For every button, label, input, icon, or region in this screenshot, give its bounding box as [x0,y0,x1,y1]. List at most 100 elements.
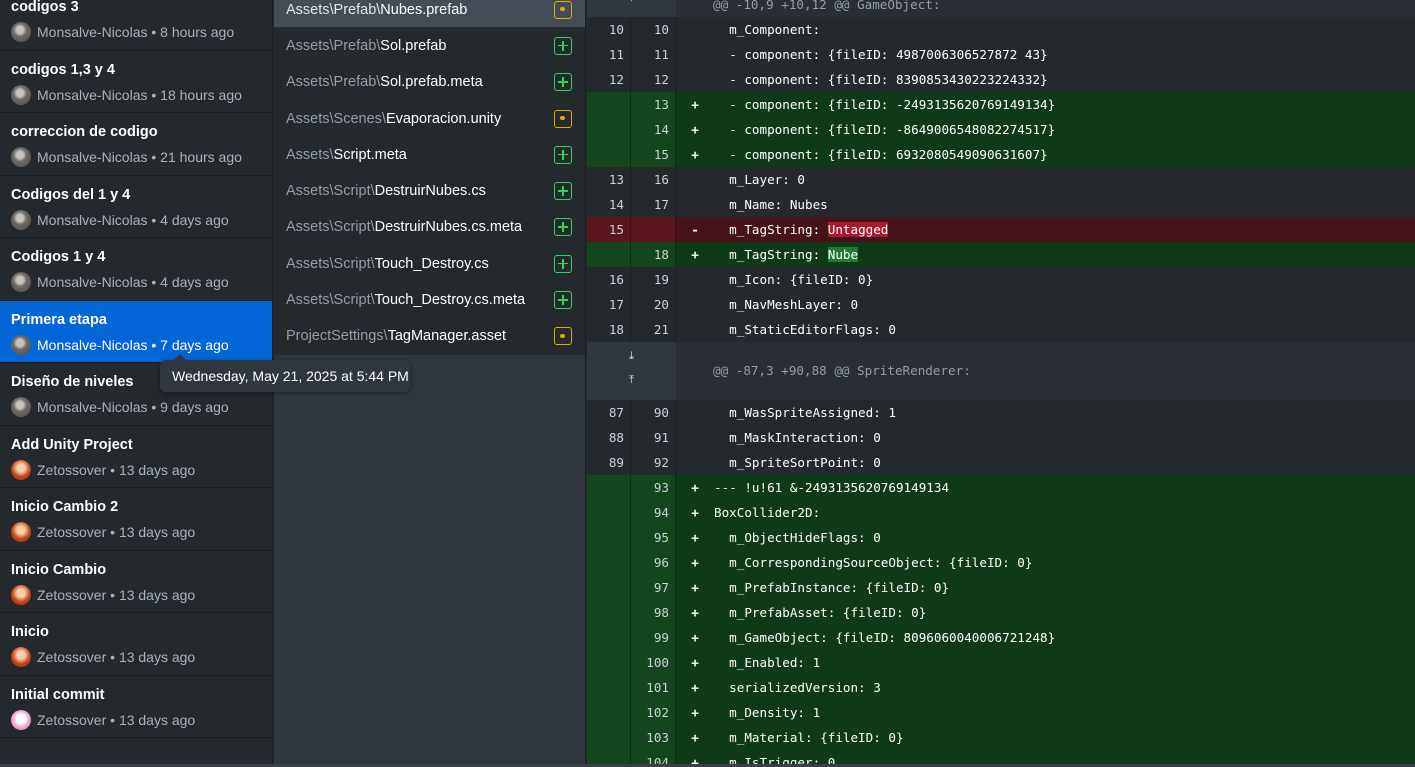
changed-file-item[interactable]: Assets\Script\ DestruirNubes.cs [274,173,585,210]
commit-item[interactable]: Add Unity Project Zetossover • 13 days ag… [0,426,272,488]
meta-separator: • [106,461,119,478]
old-line-number [587,650,631,675]
commit-item[interactable]: Primera etapa Monsalve-Nicolas • 7 days a… [0,300,272,363]
file-name: DestruirNubes.cs [374,183,486,200]
author-avatar [11,522,31,542]
file-directory: Assets\Script\ [286,292,375,309]
diff-line-added: 100 + m_Enabled: 1 [587,650,1415,675]
commit-time: 13 days ago [118,649,196,665]
code-content: --- !u!61 &-2493135620769149134 [714,480,950,495]
changed-file-item[interactable]: Assets\Scenes\ Evaporacion.unity [274,100,585,138]
diff-line-added: 93 + --- !u!61 &-2493135620769149134 [587,475,1415,500]
author-avatar [11,147,31,167]
old-line-number [587,500,631,525]
code-text: m_MaskInteraction: 0 [714,425,1415,450]
author-avatar [11,459,31,480]
new-line-number: 90 [631,400,676,425]
old-line-number [587,600,631,625]
changed-file-item[interactable]: Assets\Prefab\ Sol.prefab [274,28,585,65]
new-line-number: 102 [631,700,676,725]
commit-item[interactable]: Codigos 1 y 4 Monsalve-Nicolas • 4 days a… [0,238,272,301]
file-name: DestruirNubes.cs.meta [374,219,523,236]
highlighted-change: Untagged [827,222,889,237]
code-text: - component: {fileID: -86490065480822745… [714,117,1415,142]
code-text: - component: {fileID: 839085343022322433… [714,67,1415,92]
file-added-icon [554,36,572,55]
code-content: m_Density: 1 [714,705,821,720]
commit-title: Inicio [11,624,49,640]
code-content: m_ObjectHideFlags: 0 [714,530,881,545]
new-line-number: 10 [631,17,676,42]
hunk-header-text: @@ -87,3 +90,88 @@ SpriteRenderer: [713,363,971,378]
code-text: m_Enabled: 1 [714,650,1415,675]
meta-separator: • [106,586,119,603]
old-line-number: 10 [587,17,631,42]
commit-title: Codigos 1 y 4 [11,249,106,265]
commit-meta: Monsalve-Nicolas • 18 hours ago [11,84,261,105]
author-avatar [11,272,31,292]
commit-meta: Monsalve-Nicolas • 9 days ago [11,397,261,417]
expand-up-button[interactable]: ⤒ [587,0,676,17]
commit-author: Zetossover [37,461,107,478]
code-content: m_MaskInteraction: 0 [714,430,881,445]
diff-marker: + [691,580,699,595]
old-line-number: 16 [587,267,631,292]
meta-separator: • [106,649,119,665]
file-modified-icon [554,0,572,19]
changed-file-item[interactable]: Assets\Prefab\ Nubes.prefab [274,0,585,29]
file-added-icon [554,218,572,237]
changed-file-item[interactable]: Assets\Script\ Touch_Destroy.cs [274,246,585,283]
new-line-number: 103 [631,725,676,750]
commit-meta: Zetossover • 13 days ago [11,459,261,480]
old-line-number [587,550,631,575]
file-name: Sol.prefab.meta [380,74,483,91]
commit-item[interactable]: codigos 3 Monsalve-Nicolas • 8 hours ago [0,0,272,51]
diff-line-context: 88 91 m_MaskInteraction: 0 [587,425,1415,450]
commit-item[interactable]: codigos 1,3 y 4 Monsalve-Nicolas • 18 hou… [0,51,272,113]
expand-both-button[interactable]: ⤓ ⤒ [587,342,676,400]
commit-meta: Monsalve-Nicolas • 21 hours ago [11,147,261,167]
changed-file-item[interactable]: Assets\Script\ DestruirNubes.cs.meta [274,209,585,247]
commit-item[interactable]: Codigos del 1 y 4 Monsalve-Nicolas • 4 da… [0,176,272,238]
code-content: - component: {fileID: 4987006306527872 4… [714,47,1048,62]
old-line-number [587,92,631,117]
commit-item[interactable]: correccion de codigo Monsalve-Nicolas • 2… [0,113,272,176]
old-line-number [587,675,631,700]
commit-title: codigos 1,3 y 4 [11,61,115,78]
diff-line-context: 89 92 m_SpriteSortPoint: 0 [587,450,1415,475]
diff-marker: + [691,122,699,137]
code-text: - component: {fileID: -24931356207691491… [714,92,1415,117]
commit-item[interactable]: Inicio Cambio Zetossover • 13 days ago [0,551,272,613]
changed-file-item[interactable]: Assets\ Script.meta [274,137,585,174]
commit-time: 4 days ago [160,211,229,228]
commit-time: 13 days ago [118,461,196,478]
diff-marker: + [691,655,699,670]
diff-line-context: 12 12 - component: {fileID: 8390853430223… [587,67,1415,92]
file-directory: Assets\ [286,146,334,163]
code-text: - component: {fileID: 693208054909063160… [714,142,1415,167]
changed-file-item[interactable]: Assets\Script\ Touch_Destroy.cs.meta [274,282,585,319]
commit-title: Inicio Cambio 2 [11,499,119,515]
meta-separator: • [147,399,161,415]
commit-item[interactable]: Initial commit Zetossover • 13 days ago [0,676,272,738]
diff-marker: + [691,147,699,162]
new-line-number: 13 [631,92,676,117]
commit-item[interactable]: Inicio Zetossover • 13 days ago [0,613,272,676]
file-name: Touch_Destroy.cs [374,255,489,272]
author-avatar [11,209,31,230]
commit-item[interactable]: Inicio Cambio 2 Zetossover • 13 days ago [0,488,272,551]
commit-author: Zetossover [37,586,107,603]
diff-line-context: 13 16 m_Layer: 0 [587,167,1415,192]
diff-marker [676,267,714,292]
changed-file-item[interactable]: ProjectSettings\ TagManager.asset [274,318,585,355]
diff-line-context: 11 11 - component: {fileID: 4987006306527… [587,42,1415,67]
code-content: - component: {fileID: -86490065480822745… [714,122,1056,137]
code-text: serializedVersion: 3 [714,675,1415,700]
diff-line-added: 97 + m_PrefabInstance: {fileID: 0} [587,575,1415,600]
file-name: Evaporacion.unity [385,110,502,127]
file-modified-icon [554,109,572,128]
author-avatar [11,84,31,105]
changed-file-item[interactable]: Assets\Prefab\ Sol.prefab.meta [274,64,585,101]
diff-line-context: 10 10 m_Component: [587,17,1415,42]
diff-line-added: 13 + - component: {fileID: -2493135620769… [587,92,1415,117]
